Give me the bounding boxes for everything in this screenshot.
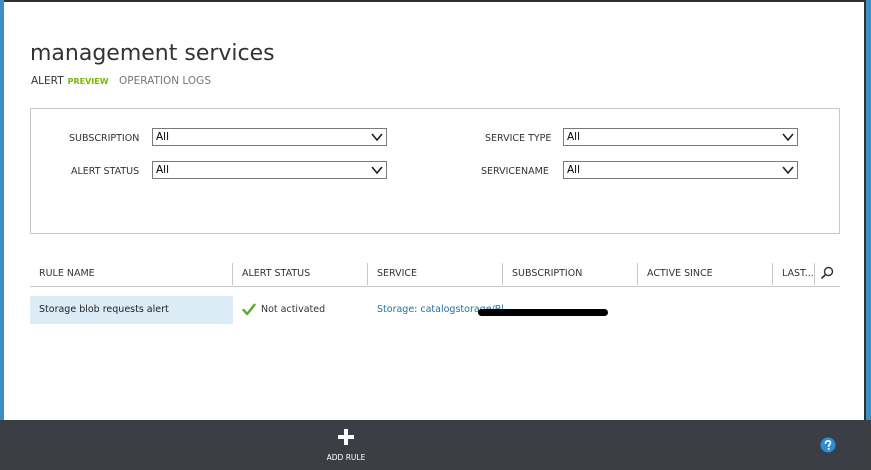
column-header-alert-status[interactable]: ALERT STATUS [242,262,310,286]
subscription-label: SUBSCRIPTION [69,133,140,144]
service-type-select[interactable]: All [563,128,798,146]
column-separator [772,263,773,285]
search-icon[interactable] [820,266,834,280]
service-type-label: SERVICE TYPE [485,133,552,144]
subscription-select-value: All [156,131,170,143]
chevron-down-icon [371,166,383,175]
alert-status-select[interactable]: All [152,161,387,179]
command-bar: ADD RULE [0,420,871,470]
filter-panel: SUBSCRIPTION All ALERT STATUS All SERVIC… [30,108,840,234]
window-top-border [0,0,871,2]
tab-operation-logs[interactable]: OPERATION LOGS [119,75,211,87]
subscription-select[interactable]: All [152,128,387,146]
tab-alert-label: ALERT [31,75,64,87]
window-left-border [0,0,4,420]
service-type-select-value: All [567,131,581,143]
plus-icon [338,429,354,445]
alert-status-cell: Not activated [261,304,326,315]
add-rule-button[interactable]: ADD RULE [321,420,371,470]
redacted-subscription [478,309,608,316]
alert-status-label: ALERT STATUS [71,166,140,177]
help-icon[interactable] [820,437,836,453]
chevron-down-icon [782,133,794,142]
column-header-subscription[interactable]: SUBSCRIPTION [512,262,582,286]
column-header-rule-name[interactable]: RULE NAME [39,262,95,286]
preview-badge: PREVIEW [67,77,109,86]
tab-alert[interactable]: ALERT PREVIEW [31,75,109,87]
servicename-select-value: All [567,164,581,176]
add-rule-label: ADD RULE [326,453,366,462]
table-header: RULE NAME ALERT STATUS SERVICE SUBSCRIPT… [30,262,840,287]
window-right-border [866,0,871,420]
column-header-last[interactable]: LAST... [782,262,814,286]
chevron-down-icon [782,166,794,175]
table-row[interactable]: Storage blob requests alert Not activate… [30,296,840,324]
chevron-down-icon [371,133,383,142]
column-header-service[interactable]: SERVICE [377,262,417,286]
servicename-label: SERVICENAME [481,166,549,177]
column-separator [367,263,368,285]
column-header-active-since[interactable]: ACTIVE SINCE [647,262,713,286]
column-separator [637,263,638,285]
rule-name-cell[interactable]: Storage blob requests alert [39,296,169,324]
column-separator [814,263,815,285]
check-icon [242,303,256,316]
servicename-select[interactable]: All [563,161,798,179]
page-title: management services [30,40,275,66]
alert-status-select-value: All [156,164,170,176]
column-separator [502,263,503,285]
column-separator [232,263,233,285]
